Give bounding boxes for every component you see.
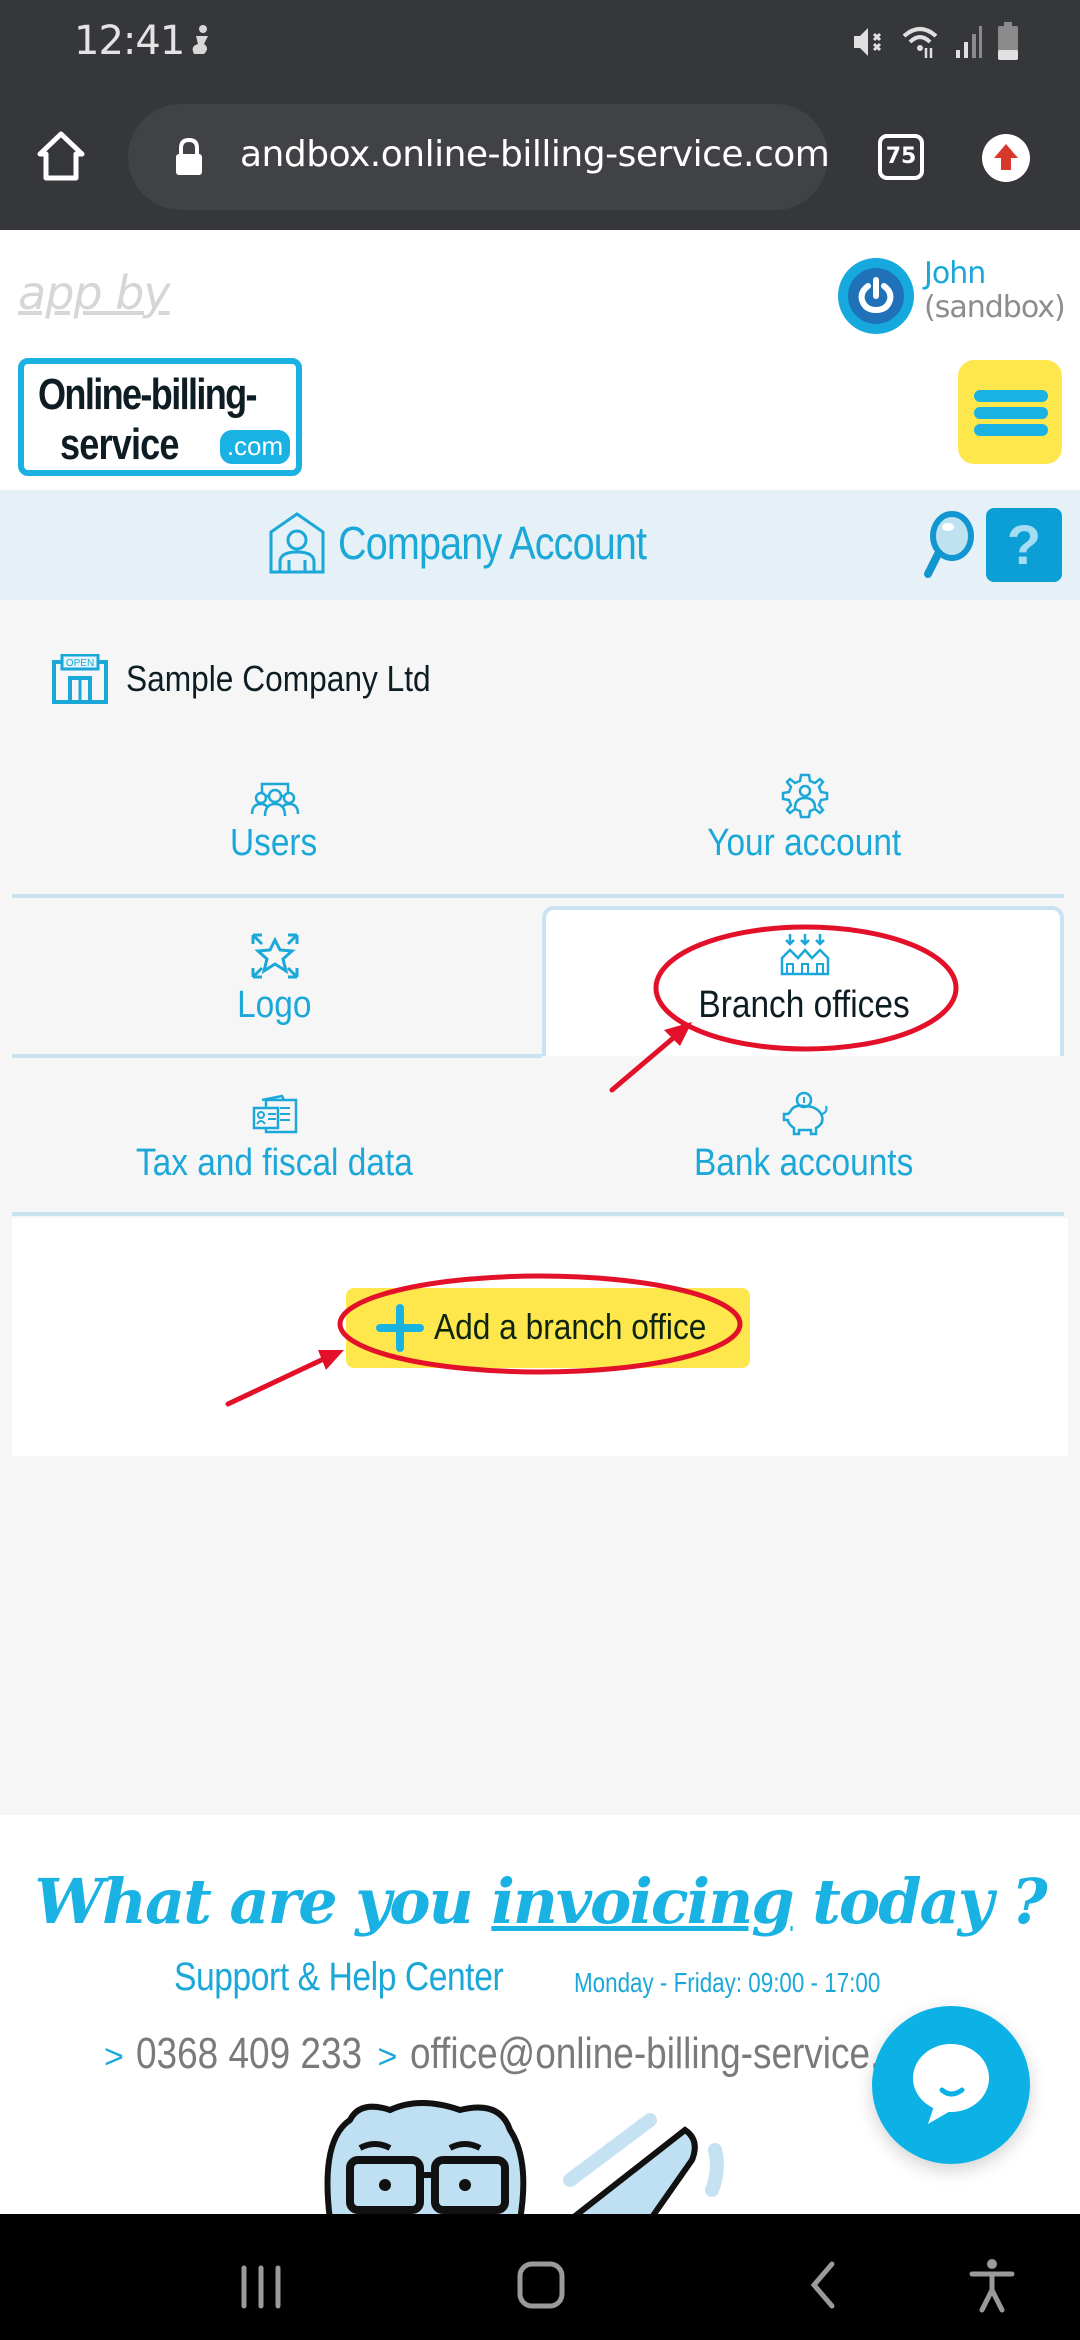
- tile-label: Your account: [707, 822, 901, 864]
- logout-power-icon[interactable]: [838, 258, 914, 334]
- divider: [12, 894, 1064, 898]
- plus-icon: [376, 1324, 424, 1332]
- power-glyph: [858, 277, 894, 314]
- tile-logo[interactable]: Logo: [10, 928, 538, 1048]
- piggy-bank-icon: [782, 1091, 828, 1136]
- tile-label: Logo: [236, 984, 312, 1026]
- user-name[interactable]: John: [924, 256, 986, 291]
- support-email-link[interactable]: office@online-billing-service.com: [410, 2029, 950, 2079]
- company-account-icon: [269, 512, 325, 574]
- logo-text-line2: service: [60, 420, 179, 469]
- divider: [12, 1054, 542, 1058]
- brand-logo[interactable]: Online-billing- service .com: [18, 358, 302, 476]
- users-icon: [250, 782, 300, 817]
- page-title-bar: Company Account ?: [0, 490, 1080, 600]
- home-icon[interactable]: [36, 130, 86, 182]
- menu-bar: [974, 390, 1048, 402]
- url-bar[interactable]: andbox.online-billing-service.com: [128, 104, 830, 210]
- live-chat-button[interactable]: [872, 2006, 1030, 2164]
- wifi-icon: [902, 27, 938, 58]
- recent-apps-icon[interactable]: [236, 2264, 286, 2310]
- add-branch-office-label: Add a branch office: [434, 1306, 707, 1347]
- tile-your-account[interactable]: Your account: [540, 770, 1068, 890]
- footer-slogan: What are you invoicing today ?: [34, 1865, 1047, 1938]
- menu-bar: [974, 424, 1048, 436]
- branch-offices-panel: Add a branch office: [12, 1218, 1068, 1456]
- browser-chrome: 12:41 andbox.online-billing-service.com …: [0, 0, 1080, 230]
- app-by-label: app by: [18, 266, 171, 320]
- accessibility-icon[interactable]: [968, 2258, 1016, 2314]
- status-time: 12:41: [74, 18, 185, 64]
- accessibility-notification-icon: [192, 25, 208, 54]
- tile-label: Bank accounts: [694, 1142, 914, 1184]
- menu-bar: [974, 407, 1048, 419]
- tile-label: Branch offices: [698, 984, 910, 1026]
- url-text[interactable]: andbox.online-billing-service.com: [240, 134, 830, 175]
- tax-id-card-icon: [252, 1094, 298, 1134]
- system-nav-bar: [0, 2214, 1080, 2340]
- support-row: Support & Help Center Monday - Friday: 0…: [174, 1955, 880, 2000]
- tile-bank-accounts[interactable]: Bank accounts: [540, 1090, 1068, 1210]
- home-nav-icon[interactable]: [516, 2260, 566, 2310]
- status-icons: [852, 22, 1020, 62]
- chevron-right-icon: >: [377, 2038, 398, 2076]
- logo-expand-icon: [251, 933, 299, 979]
- mute-icon: [854, 28, 882, 56]
- site-header: app by Online-billing- service .com John…: [0, 230, 1080, 490]
- back-icon[interactable]: [806, 2260, 840, 2310]
- svg-text:OPEN: OPEN: [66, 658, 94, 669]
- shop-open-icon: OPEN: [52, 654, 108, 704]
- logo-com-badge: .com: [220, 430, 290, 464]
- company-name: Sample Company Ltd: [126, 658, 431, 699]
- branch-offices-icon: [780, 934, 830, 976]
- lock-icon: [176, 138, 202, 175]
- page-title: Company Account: [338, 517, 647, 569]
- tabs-count-button[interactable]: 75: [878, 134, 924, 180]
- chat-bubble-icon: [913, 2044, 989, 2124]
- power-icon-inner: [848, 268, 904, 324]
- bear-mascot-illustration: [324, 2100, 724, 2220]
- support-hours: Monday - Friday: 09:00 - 17:00: [574, 1967, 881, 1998]
- battery-icon: [998, 22, 1018, 60]
- arrow-up-icon: [994, 144, 1018, 170]
- chevron-right-icon: >: [104, 2038, 124, 2076]
- support-title: Support & Help Center: [174, 1955, 504, 1999]
- user-environment: (sandbox): [924, 290, 1066, 325]
- tile-branch-offices[interactable]: Branch offices: [540, 928, 1068, 1048]
- add-branch-office-button[interactable]: Add a branch office: [346, 1288, 750, 1368]
- update-icon[interactable]: [982, 134, 1030, 182]
- tile-label: Users: [230, 822, 318, 864]
- tile-label: Tax and fiscal data: [135, 1142, 413, 1184]
- logo-text-line1: Online-billing-: [38, 370, 258, 419]
- hamburger-menu-button[interactable]: [958, 360, 1062, 464]
- tile-tax-fiscal[interactable]: Tax and fiscal data: [10, 1090, 538, 1210]
- support-phone-link[interactable]: 0368 409 233: [136, 2029, 362, 2079]
- account-settings-icon: [781, 773, 829, 819]
- signal-icon: [956, 26, 982, 58]
- divider: [12, 1212, 1064, 1216]
- tile-users[interactable]: Users: [10, 770, 538, 890]
- search-icon[interactable]: [918, 510, 974, 580]
- help-button[interactable]: ?: [986, 508, 1062, 582]
